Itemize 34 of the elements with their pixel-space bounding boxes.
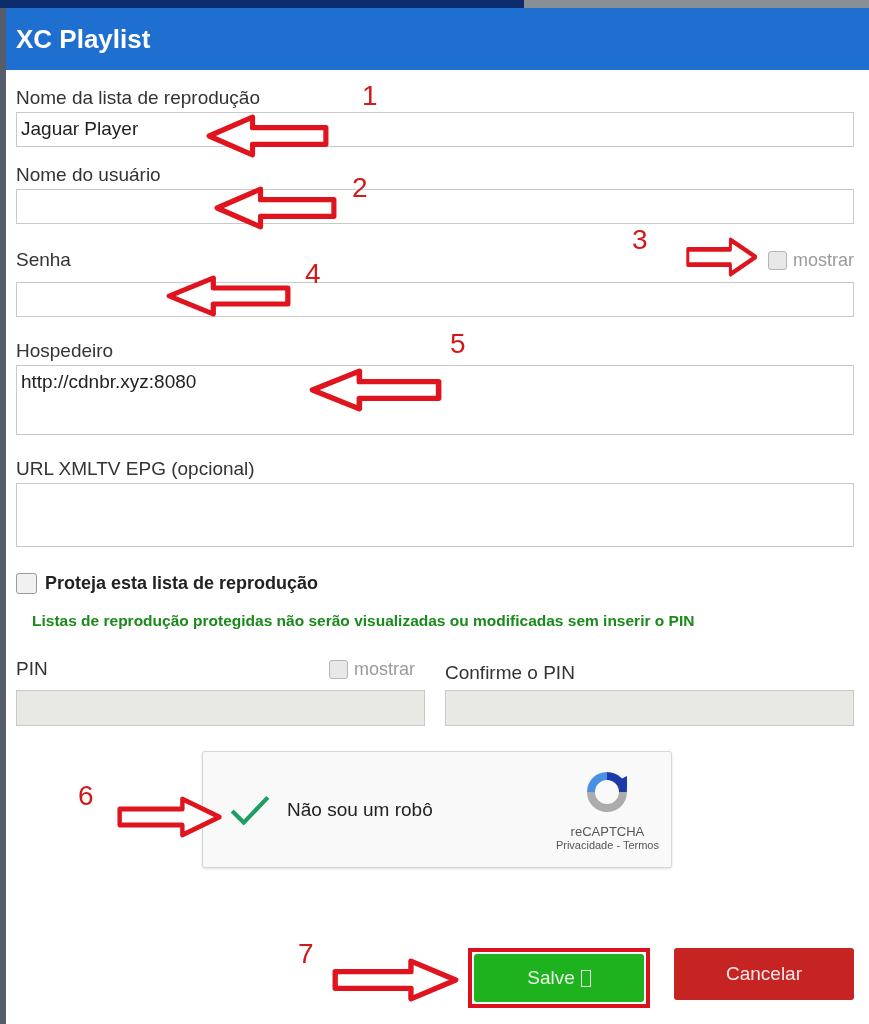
field-label: Nome da lista de reprodução: [16, 87, 260, 109]
privacy-terms-links[interactable]: Privacidade - Termos: [555, 839, 659, 851]
cancel-button[interactable]: Cancelar: [674, 948, 854, 1000]
field-label: Confirme o PIN: [445, 662, 575, 684]
field-label: Nome do usuário: [16, 164, 161, 186]
annotation-number: 3: [632, 224, 648, 256]
captcha-label: Não sou um robô: [287, 798, 434, 821]
field-label: Senha: [16, 249, 71, 271]
field-value: http://cdnbr.xyz:8080: [21, 371, 197, 392]
show-label: mostrar: [793, 249, 854, 271]
text-area[interactable]: [16, 483, 854, 547]
field-value: Jaguar Player: [21, 118, 139, 139]
recaptcha-brand: reCAPTCHA: [570, 824, 645, 839]
checkbox[interactable]: [768, 250, 787, 270]
annotation-number: 5: [450, 328, 466, 360]
notice-text: Listas de reprodução protegidas não serão visualizadas ou modificadas sem inserir o PIN: [32, 612, 696, 630]
field-label: URL XMLTV EPG (opcional): [16, 458, 255, 480]
checkbox-label: Proteja esta lista de reprodução: [45, 573, 319, 594]
annotation-number: 1: [362, 80, 378, 112]
text-area[interactable]: http://cdnbr.xyz:8080: [16, 365, 854, 435]
show-label: mostrar: [354, 658, 415, 680]
field-label: Hospedeiro: [16, 340, 114, 362]
dialog-title: XC Playlist: [16, 23, 151, 55]
annotation-number: 2: [352, 172, 368, 204]
checkbox[interactable]: [16, 573, 37, 594]
annotation-number: 4: [305, 258, 321, 290]
annotation-number: 6: [78, 780, 94, 812]
annotation-arrow: [686, 236, 758, 278]
annotation-number: 7: [298, 938, 314, 970]
field-label: PIN: [16, 658, 48, 680]
input-field[interactable]: [16, 282, 854, 317]
missing-glyph-icon: [580, 969, 591, 987]
input-field[interactable]: Jaguar Player: [16, 112, 854, 147]
checkmark-icon[interactable]: [229, 793, 271, 826]
